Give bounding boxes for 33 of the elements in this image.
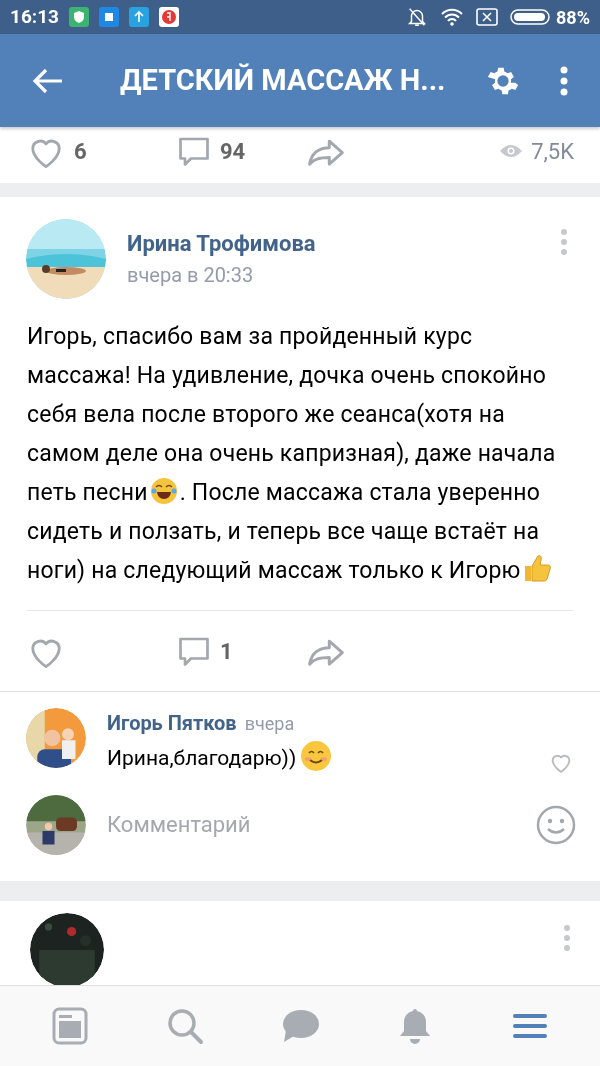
commenter-name[interactable]: Игорь Пятков xyxy=(107,708,237,738)
status-time: 16:13 xyxy=(10,3,59,30)
comment-text: Ирина,благодарю)) xyxy=(107,740,333,775)
chat-bubble-icon xyxy=(280,1008,319,1044)
back-arrow-icon xyxy=(32,67,64,94)
more-vertical-icon xyxy=(564,924,570,951)
like-count: 6 xyxy=(74,137,87,166)
laughing-emoji-icon xyxy=(148,476,179,506)
eye-icon xyxy=(499,143,524,159)
search-icon xyxy=(165,1007,204,1045)
menu-icon xyxy=(513,1013,548,1039)
upload-app-icon xyxy=(128,7,149,27)
battery-icon xyxy=(510,8,551,26)
post-text: Игорь, спасибо вам за пройденный курс массажа! На удивление, дочка очень спокойно себя вела после второго же сеанса(хотя на самом деле она очень капризная), даже начала петь песни . После массажа стала уверенно сидеть и ползать, и теперь все чаще встаёт на ноги) на следующий массаж только к Игорю xyxy=(26,322,557,586)
smile-emoji-icon xyxy=(300,740,333,772)
more-vertical-icon xyxy=(560,65,568,96)
post-time: вчера в 20:33 xyxy=(127,262,255,289)
comment-count: 1 xyxy=(220,637,233,666)
group-title: ДЕТСКИЙ МАССАЖ Н... xyxy=(119,61,447,99)
newsfeed-icon xyxy=(51,1007,88,1045)
view-count: 7,5K xyxy=(531,137,574,166)
battery-percent: 88% xyxy=(556,5,590,30)
square-app-icon xyxy=(98,7,119,27)
wifi-icon xyxy=(440,7,465,27)
letter-app-icon xyxy=(158,7,179,27)
author-name[interactable]: Ирина Трофимова xyxy=(127,229,556,259)
shield-app-icon xyxy=(68,7,89,27)
comment-count: 94 xyxy=(220,137,246,166)
more-vertical-icon xyxy=(561,229,567,255)
comment-time: вчера xyxy=(244,712,295,736)
sim-card-icon xyxy=(476,8,499,26)
comment-input[interactable]: Комментарий xyxy=(107,808,536,841)
emoji-smiley-icon[interactable] xyxy=(536,804,576,845)
